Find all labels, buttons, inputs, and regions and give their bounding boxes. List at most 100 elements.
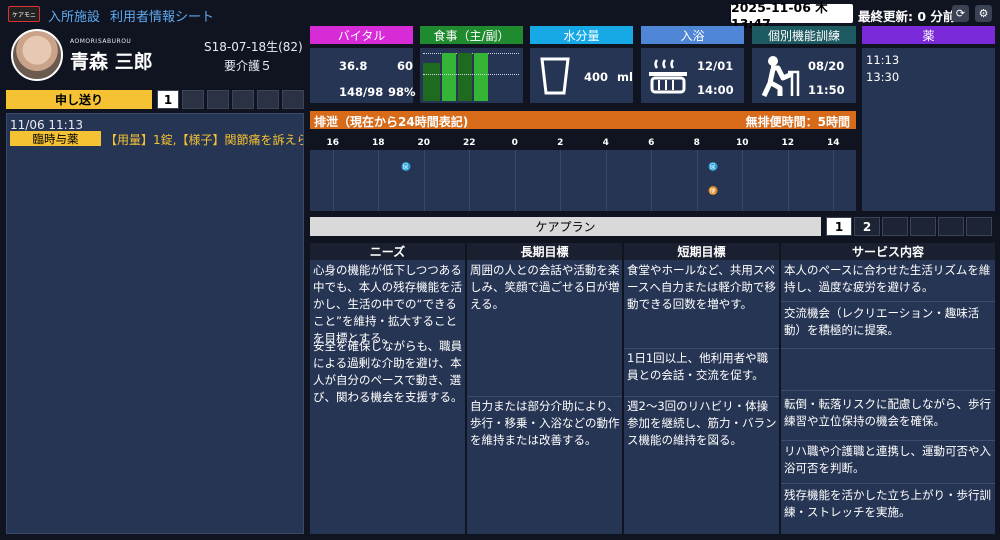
care-level: 要介護５ [224, 59, 273, 73]
service-item: 本人のペースに合わせた生活リズムを維持し、過度な疲労を避ける。 [784, 263, 991, 294]
careplan-page-3[interactable] [882, 217, 908, 236]
service-item: リハ職や介護職と連携し、運動可否や入浴可否を判断。 [784, 444, 991, 475]
timeline-gridline [514, 150, 516, 211]
training-card[interactable]: 08/20 11:50 [752, 48, 856, 103]
timeline-tick-label: 16 [326, 138, 340, 148]
excretion-title: 排泄（現在から24時間表記) [314, 115, 469, 129]
patient-name: 青森 三郎 [70, 51, 153, 73]
walker-icon [761, 56, 800, 98]
training-time: 11:50 [808, 83, 845, 97]
handover-page-4[interactable] [232, 90, 254, 109]
handover-tag: 臨時与薬 [10, 131, 101, 146]
service-cell: 本人のペースに合わせた生活リズムを維持し、過度な疲労を避ける。 交流機会（レクリ… [781, 260, 995, 534]
medicine-card-title: 薬 [862, 26, 995, 44]
timeline-tick-label: 0 [511, 138, 518, 148]
timeline-tick-label: 22 [462, 138, 476, 148]
meal-bar [423, 63, 440, 101]
timeline-gridline [833, 150, 835, 211]
timeline-tick-label: 4 [602, 138, 609, 148]
romaji-first: SABUROU [98, 38, 132, 45]
medicine-time: 13:30 [866, 70, 900, 84]
breadcrumb-sheet[interactable]: 利用者情報シート [110, 6, 214, 25]
timeline-gridline [332, 150, 334, 211]
training-card-title: 個別機能訓練 [752, 26, 856, 44]
breadcrumb-facility[interactable]: 入所施設 [48, 6, 100, 25]
timeline-gridline [651, 150, 653, 211]
timeline-gridline [742, 150, 744, 211]
careplan-page-4[interactable] [910, 217, 936, 236]
handover-note[interactable]: 【用量】1錠,【様子】関節痛を訴えられた [105, 131, 303, 148]
water-card[interactable]: 400 ml [530, 48, 633, 103]
timeline-gridline [560, 150, 562, 211]
needs-cell: 心身の機能が低下しつつある中でも、本人の残存機能を活かし、生活の中での“できるこ… [310, 260, 465, 534]
short-term-goal: 1日1回以上、他利用者や職員との会話・交流を促す。 [627, 351, 769, 382]
service-item: 転倒・転落リスクに配慮しながら、歩行練習や立位保持の機会を確保。 [784, 397, 991, 428]
settings-button[interactable]: ⚙ [975, 5, 992, 22]
timeline-gridline [378, 150, 380, 211]
row-divider [781, 348, 995, 349]
timeline-gridline [423, 150, 425, 211]
excretion-mark[interactable]: 尿 [708, 162, 718, 171]
service-item: 残存機能を活かした立ち上がり・歩行訓練・ストレッチを実施。 [784, 488, 991, 519]
bath-time: 14:00 [697, 83, 734, 97]
timeline-tick-label: 18 [371, 138, 385, 148]
meal-bar [458, 53, 472, 101]
row-divider [781, 301, 995, 302]
timeline-tick-label: 20 [417, 138, 431, 148]
timeline-gridline [696, 150, 698, 211]
bath-card[interactable]: 12/01 14:00 [641, 48, 744, 103]
training-date: 08/20 [808, 59, 845, 73]
vital-pulse: 60 [397, 59, 414, 73]
meal-card[interactable] [420, 48, 523, 103]
col-header-service: サービス内容 [781, 243, 995, 260]
meal-half-line [423, 74, 519, 75]
last-update: 最終更新: 0 分前 [858, 9, 956, 24]
needs-text: 心身の機能が低下しつつある中でも、本人の残存機能を活かし、生活の中での“できるこ… [313, 263, 463, 345]
vital-spo2: 98% [388, 85, 416, 99]
water-amount: 400 [584, 70, 609, 84]
timeline-tick-label: 6 [648, 138, 655, 148]
handover-page-6[interactable] [282, 90, 304, 109]
excretion-mark[interactable]: 尿 [401, 162, 411, 171]
timeline-tick-label: 8 [693, 138, 700, 148]
long-term-cell: 周囲の人との会話や活動を楽しみ、笑顔で過ごせる日が増える。 自力または部分介助に… [467, 260, 622, 534]
col-header-short-term: 短期目標 [624, 243, 779, 260]
careplan-page-5[interactable] [938, 217, 964, 236]
timeline-gridline [469, 150, 471, 211]
careplan-page-1[interactable]: 1 [826, 217, 852, 236]
row-divider [781, 440, 995, 441]
meal-card-title: 食事（主/副） [420, 26, 523, 44]
handover-page-3[interactable] [207, 90, 229, 109]
medicine-card[interactable]: 11:13 13:30 [862, 48, 995, 211]
handover-page-2[interactable] [182, 90, 204, 109]
cup-icon [540, 57, 570, 95]
excretion-mark[interactable]: 便 [708, 186, 718, 195]
careplan-page-6[interactable] [966, 217, 992, 236]
refresh-button[interactable]: ⟳ [952, 5, 969, 22]
meal-bar [474, 53, 488, 101]
timeline-gridline [605, 150, 607, 211]
avatar [11, 29, 63, 81]
current-datetime: 2025-11-06 木 13:47 [731, 0, 853, 31]
handover-page-1[interactable]: 1 [157, 90, 179, 109]
row-divider [781, 483, 995, 484]
excretion-bar: 排泄（現在から24時間表記) 無排便時間：5時間 [310, 111, 856, 129]
timeline-tick-label: 12 [781, 138, 795, 148]
vital-card[interactable]: 36.8 60 148/98 98% [310, 48, 416, 103]
long-term-goal: 周囲の人との会話や活動を楽しみ、笑顔で過ごせる日が増える。 [470, 263, 620, 311]
water-card-title: 水分量 [530, 26, 633, 44]
refresh-icon: ⟳ [955, 7, 966, 20]
timeline-gridline [787, 150, 789, 211]
short-term-goal: 週2〜3回のリハビリ・体操参加を継続し、筋力・バランス機能の維持を図る。 [627, 399, 777, 447]
service-item: 交流機会（レクリエーション・趣味活動）を積極的に提案。 [784, 306, 980, 337]
timeline-tick-label: 10 [735, 138, 749, 148]
handover-title: 申し送り [6, 90, 152, 109]
handover-page-5[interactable] [257, 90, 279, 109]
romaji-last: AOMORI [70, 38, 98, 45]
careplan-page-2[interactable]: 2 [854, 217, 880, 236]
bath-card-title: 入浴 [641, 26, 744, 44]
bath-icon [649, 59, 687, 94]
excretion-timeline[interactable] [310, 150, 856, 211]
row-divider [467, 396, 622, 397]
col-header-needs: ニーズ [310, 243, 465, 260]
